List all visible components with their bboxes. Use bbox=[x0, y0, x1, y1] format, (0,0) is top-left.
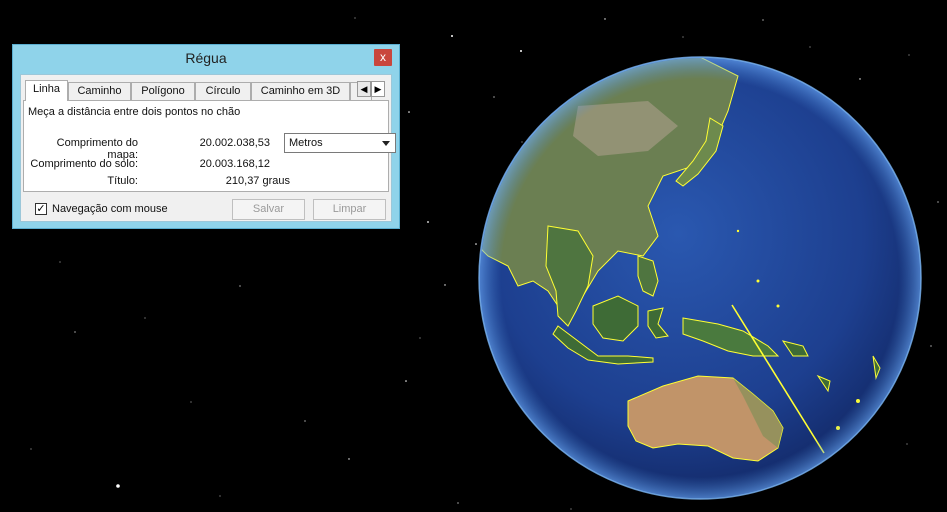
close-button[interactable]: x bbox=[374, 49, 392, 66]
mouse-navigation-label: Navegação com mouse bbox=[52, 203, 168, 215]
tab-caminho[interactable]: Caminho bbox=[68, 82, 131, 100]
chevron-down-icon bbox=[382, 141, 390, 146]
dialog-title: Régua bbox=[185, 50, 227, 66]
tab-bar: Linha Caminho Polígono Círculo Caminho e… bbox=[23, 80, 389, 101]
ground-length-label: Comprimento do solo: bbox=[30, 158, 138, 170]
atmosphere-glow bbox=[479, 57, 921, 499]
earth-globe[interactable] bbox=[478, 56, 922, 500]
dialog-client-area: Linha Caminho Polígono Círculo Caminho e… bbox=[20, 74, 396, 222]
mouse-navigation-checkbox[interactable]: ✓ bbox=[35, 203, 47, 215]
unit-select[interactable]: Metros bbox=[284, 133, 396, 153]
ruler-dialog: Régua x Linha Caminho Polígono Círculo C… bbox=[12, 44, 400, 229]
ground-length-value: 20.003.168,12 bbox=[199, 158, 270, 170]
map-length-value: 20.002.038,53 bbox=[199, 137, 270, 149]
tab-scroll-right-icon[interactable]: ▶ bbox=[371, 81, 385, 97]
save-button[interactable]: Salvar bbox=[232, 199, 305, 220]
unit-select-value: Metros bbox=[289, 137, 323, 149]
tab-panel-linha: Meça a distância entre dois pontos no ch… bbox=[23, 100, 396, 192]
tab-caminho-3d[interactable]: Caminho em 3D bbox=[251, 82, 350, 100]
tab-circulo[interactable]: Círculo bbox=[195, 82, 251, 100]
clear-button[interactable]: Limpar bbox=[313, 199, 386, 220]
heading-label: Título: bbox=[107, 175, 138, 187]
heading-value: 210,37 graus bbox=[225, 175, 290, 187]
dialog-titlebar[interactable]: Régua x bbox=[13, 45, 399, 71]
tab-poligono[interactable]: Polígono bbox=[131, 82, 195, 100]
tab-scroll-left-icon[interactable]: ◀ bbox=[357, 81, 371, 97]
panel-description: Meça a distância entre dois pontos no ch… bbox=[28, 106, 241, 118]
tab-linha[interactable]: Linha bbox=[25, 80, 68, 101]
